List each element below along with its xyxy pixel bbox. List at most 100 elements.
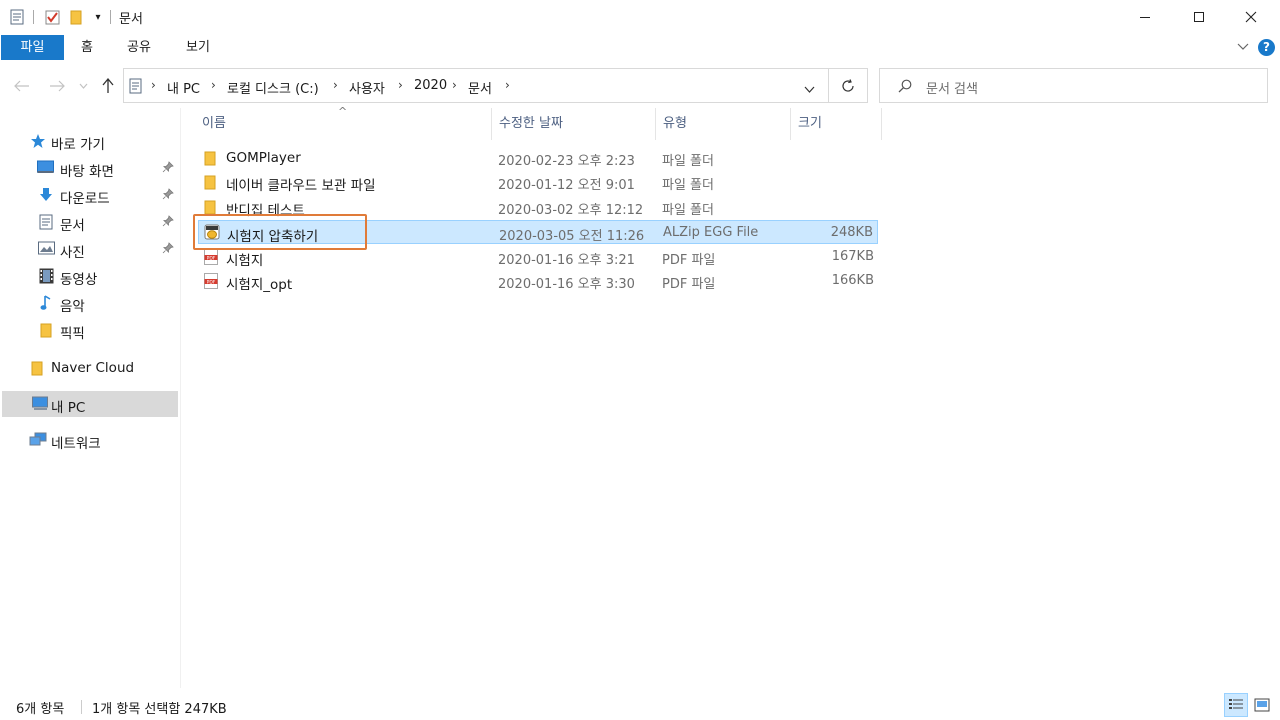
file-row[interactable]: 네이버 클라우드 보관 파일 2020-01-12 오전 9:01 파일 폴더	[198, 170, 878, 194]
nav-desktop[interactable]: 바탕 화면	[2, 155, 178, 181]
location-icon	[129, 78, 142, 98]
pdf-icon: PDF	[204, 273, 220, 289]
column-header-date[interactable]: 수정한 날짜	[492, 108, 656, 140]
music-icon	[40, 295, 56, 311]
minimize-button[interactable]	[1122, 0, 1168, 34]
properties-icon[interactable]	[9, 9, 25, 25]
file-row[interactable]: GOMPlayer 2020-02-23 오후 2:23 파일 폴더	[198, 146, 878, 170]
file-date: 2020-01-12 오전 9:01	[498, 178, 635, 193]
tab-file[interactable]: 파일	[1, 35, 64, 60]
search-box[interactable]: 문서 검색	[879, 68, 1268, 103]
nav-network[interactable]: 네트워크	[2, 427, 178, 453]
folder-icon	[204, 174, 220, 190]
tab-home[interactable]: 홈	[64, 35, 110, 60]
svg-text:PDF: PDF	[207, 279, 216, 285]
status-divider	[81, 700, 82, 714]
selection-info: 1개 항목 선택함 247KB	[92, 702, 227, 717]
forward-button[interactable]	[47, 76, 67, 96]
pictures-icon	[38, 241, 55, 257]
pdf-icon: PDF	[204, 249, 220, 265]
file-name: 시험지	[226, 253, 264, 269]
navigation-pane: 바로 가기 바탕 화면 다운로드 문서 사진 동영상 음악 픽픽 Naver C…	[0, 108, 180, 688]
breadcrumb-chevron-icon[interactable]: ›	[452, 78, 457, 92]
title-bar: ▾ 문서	[0, 0, 1280, 35]
tab-view[interactable]: 보기	[172, 35, 224, 60]
file-date: 2020-01-16 오후 3:21	[498, 253, 635, 268]
file-name: 시험지_opt	[226, 277, 293, 293]
download-icon	[39, 187, 55, 203]
address-dropdown-icon[interactable]	[804, 82, 815, 97]
ribbon-tabs: 파일 홈 공유 보기 ?	[0, 35, 1280, 62]
breadcrumb-chevron-icon[interactable]: ›	[505, 78, 510, 92]
file-type: PDF 파일	[662, 253, 716, 268]
nav-videos[interactable]: 동영상	[2, 263, 178, 289]
large-icons-view-button[interactable]	[1250, 693, 1274, 717]
refresh-button[interactable]	[829, 68, 868, 103]
refresh-icon	[842, 78, 854, 92]
computer-icon	[32, 396, 48, 412]
breadcrumb-chevron-icon[interactable]: ›	[333, 78, 338, 92]
nav-music[interactable]: 음악	[2, 290, 178, 316]
file-date: 2020-01-16 오후 3:30	[498, 277, 635, 292]
folder-icon	[40, 322, 56, 338]
nav-quick-access[interactable]: 바로 가기	[2, 128, 178, 154]
file-type: PDF 파일	[662, 277, 716, 292]
pin-icon[interactable]	[162, 188, 176, 202]
pin-icon[interactable]	[162, 161, 176, 175]
nav-label: 문서	[60, 218, 85, 234]
recent-locations-button[interactable]	[76, 76, 90, 96]
pin-icon[interactable]	[162, 242, 176, 256]
folder-icon	[204, 199, 220, 215]
file-row[interactable]: PDF 시험지_opt 2020-01-16 오후 3:30 PDF 파일 16…	[198, 269, 878, 293]
column-header-size[interactable]: 크기	[791, 108, 882, 140]
breadcrumb-this-pc[interactable]: 내 PC	[167, 78, 200, 97]
titlebar-divider	[33, 10, 34, 24]
nav-pictures[interactable]: 사진	[2, 236, 178, 262]
address-bar[interactable]: › 내 PC › 로컬 디스크 (C:) › 사용자 › 2020 › 문서 ›	[123, 68, 829, 103]
help-icon[interactable]: ?	[1258, 39, 1275, 56]
back-button[interactable]	[12, 76, 32, 96]
breadcrumb-documents[interactable]: 문서	[468, 78, 492, 97]
breadcrumb-users[interactable]: 사용자	[349, 78, 385, 97]
file-size: 248KB	[830, 225, 873, 240]
file-size: 166KB	[831, 273, 874, 288]
breadcrumb-local-disk[interactable]: 로컬 디스크 (C:)	[227, 78, 319, 97]
new-folder-icon[interactable]	[68, 9, 84, 25]
close-button[interactable]	[1228, 0, 1274, 34]
checkmark-icon[interactable]	[44, 9, 60, 25]
ribbon-expand-icon[interactable]	[1237, 40, 1249, 54]
up-button[interactable]	[98, 76, 118, 96]
nav-downloads[interactable]: 다운로드	[2, 182, 178, 208]
titlebar-divider	[110, 10, 111, 24]
network-icon	[29, 432, 47, 448]
search-placeholder: 문서 검색	[926, 82, 978, 97]
tab-share[interactable]: 공유	[114, 35, 164, 60]
file-name: GOMPlayer	[226, 150, 301, 166]
column-header-type[interactable]: 유형	[656, 108, 791, 140]
large-icons-view-icon	[1254, 698, 1270, 712]
desktop-icon	[37, 160, 54, 176]
breadcrumb-2020[interactable]: 2020	[414, 78, 447, 93]
nav-picpick[interactable]: 픽픽	[2, 317, 178, 343]
nav-documents[interactable]: 문서	[2, 209, 178, 235]
details-view-button[interactable]	[1224, 693, 1248, 717]
breadcrumb-chevron-icon[interactable]: ›	[151, 78, 156, 92]
search-icon	[898, 79, 912, 97]
pin-icon[interactable]	[162, 215, 176, 229]
breadcrumb-chevron-icon[interactable]: ›	[211, 78, 216, 92]
nav-naver-cloud[interactable]: Naver Cloud	[2, 355, 178, 381]
file-list: ^ 이름 수정한 날짜 유형 크기 GOMPlayer 2020-02-23 오…	[181, 105, 1280, 688]
file-name: 네이버 클라우드 보관 파일	[226, 178, 376, 194]
breadcrumb-chevron-icon[interactable]: ›	[398, 78, 403, 92]
document-icon	[39, 214, 55, 230]
nav-label: 사진	[60, 245, 85, 261]
folder-icon	[204, 150, 220, 166]
file-type: 파일 폴더	[662, 203, 714, 218]
svg-text:PDF: PDF	[207, 255, 216, 261]
maximize-button[interactable]	[1176, 0, 1222, 34]
details-view-icon	[1229, 699, 1243, 709]
nav-this-pc[interactable]: 내 PC	[2, 391, 178, 417]
nav-label: 바탕 화면	[60, 164, 114, 180]
column-header-name[interactable]: 이름	[181, 108, 492, 140]
customize-toolbar-icon[interactable]: ▾	[90, 9, 106, 25]
